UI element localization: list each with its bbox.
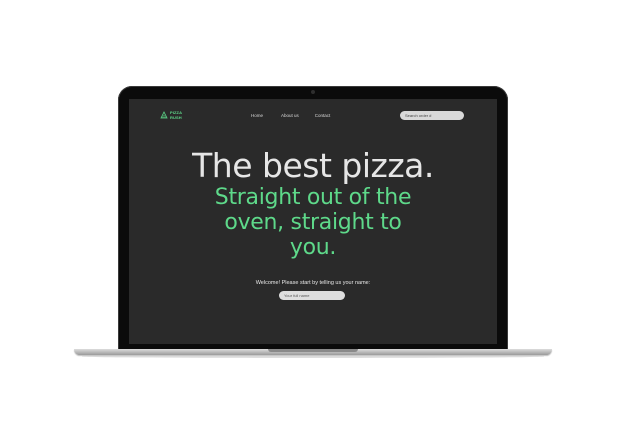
laptop-mockup: PIZZA RUSH Home About us Contact The bes…: [0, 0, 626, 442]
search-order-input[interactable]: [400, 111, 464, 120]
nav-link-about-us[interactable]: About us: [281, 113, 299, 118]
hero-section: The best pizza. Straight out of the oven…: [129, 146, 497, 261]
hero-title: The best pizza.: [192, 146, 434, 185]
pizza-slice-icon: [160, 111, 168, 119]
logo-line-2: RUSH: [170, 115, 182, 120]
laptop-shadow: [82, 355, 544, 358]
name-input[interactable]: [279, 291, 345, 300]
nav-link-home[interactable]: Home: [251, 113, 263, 118]
logo[interactable]: PIZZA RUSH: [160, 110, 182, 120]
hero-subtitle: Straight out of the oven, straight to yo…: [214, 185, 412, 260]
welcome-text: Welcome! Please start by telling us your…: [255, 280, 371, 286]
browser-screen: PIZZA RUSH Home About us Contact The bes…: [129, 99, 497, 344]
nav-links: Home About us Contact: [251, 113, 330, 118]
logo-text: PIZZA RUSH: [170, 110, 182, 120]
laptop-lid: PIZZA RUSH Home About us Contact The bes…: [118, 86, 508, 352]
camera-icon: [311, 90, 315, 94]
nav-link-contact[interactable]: Contact: [315, 113, 331, 118]
navbar: PIZZA RUSH Home About us Contact: [129, 99, 497, 133]
laptop-notch: [268, 349, 358, 352]
